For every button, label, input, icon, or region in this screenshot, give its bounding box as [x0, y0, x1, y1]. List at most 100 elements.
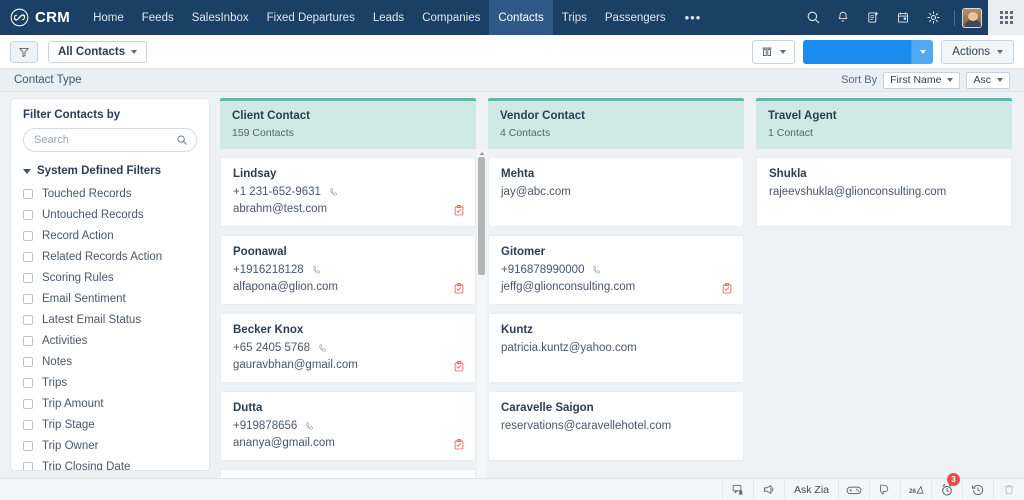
- task-clipboard-icon[interactable]: [453, 438, 465, 451]
- calls-icon[interactable]: 26: [900, 479, 931, 500]
- contact-card[interactable]: Dutta +919878656 ananya@gmail.com: [220, 391, 476, 461]
- search-icon[interactable]: [799, 0, 827, 35]
- checkbox[interactable]: [23, 272, 33, 283]
- contact-card[interactable]: Gitomer +916878990000 jeffg@glionconsult…: [488, 235, 744, 305]
- infinity-logo-icon: [10, 8, 29, 27]
- checkbox[interactable]: [23, 230, 33, 241]
- contact-phone: +1 231-652-9631: [233, 186, 321, 198]
- notifications-bell-icon[interactable]: [829, 0, 857, 35]
- sidebar-item-latest-email-status[interactable]: Latest Email Status: [11, 309, 209, 330]
- sidebar-item-activities[interactable]: Activities: [11, 330, 209, 351]
- task-clipboard-icon[interactable]: [453, 282, 465, 295]
- contact-card[interactable]: Caravelle Saigon reservations@caravelleh…: [488, 391, 744, 461]
- sidebar-item-trip-owner[interactable]: Trip Owner: [11, 435, 209, 456]
- checkbox[interactable]: [23, 398, 33, 409]
- phone-call-icon[interactable]: [311, 265, 322, 276]
- recycle-bin-icon[interactable]: [993, 479, 1024, 500]
- scroll-up-arrow-icon[interactable]: [477, 149, 486, 157]
- checkbox[interactable]: [23, 293, 33, 304]
- sidebar-item-trips[interactable]: Trips: [11, 372, 209, 393]
- sidebar-item-email-sentiment[interactable]: Email Sentiment: [11, 288, 209, 309]
- contact-phone-row: +919878656: [233, 420, 463, 432]
- phone-call-icon[interactable]: [591, 265, 602, 276]
- contact-card[interactable]: Becker Knox +65 2405 5768 gauravbhan@gma…: [220, 313, 476, 383]
- contact-name: Kuntz: [501, 324, 533, 336]
- checkbox[interactable]: [23, 314, 33, 325]
- sidebar-item-trip-stage[interactable]: Trip Stage: [11, 414, 209, 435]
- nav-item-companies[interactable]: Companies: [413, 0, 489, 35]
- brand-logo-area[interactable]: CRM: [0, 0, 84, 35]
- nav-item-salesinbox[interactable]: SalesInbox: [183, 0, 258, 35]
- sort-field-selector[interactable]: First Name: [883, 71, 961, 89]
- reminders-alarm-icon[interactable]: 3: [931, 473, 962, 500]
- sidebar-item-notes[interactable]: Notes: [11, 351, 209, 372]
- checkbox[interactable]: [23, 356, 33, 367]
- ask-zia-button[interactable]: Ask Zia: [783, 479, 838, 500]
- sort-order-selector[interactable]: Asc: [966, 71, 1010, 89]
- column-cards: Shukla rajeevshukla@glionconsulting.com: [756, 157, 1012, 227]
- nav-item-contacts[interactable]: Contacts: [489, 0, 553, 35]
- sidebar-item-untouched-records[interactable]: Untouched Records: [11, 204, 209, 225]
- contact-card[interactable]: Mehta jay@abc.com: [488, 157, 744, 227]
- filter-search-box[interactable]: [23, 128, 197, 152]
- nav-item-leads[interactable]: Leads: [364, 0, 413, 35]
- column-scrollbar-thumb[interactable]: [478, 157, 485, 275]
- task-clipboard-icon[interactable]: [453, 204, 465, 217]
- sidebar-item-record-action[interactable]: Record Action: [11, 225, 209, 246]
- checkbox[interactable]: [23, 209, 33, 220]
- sidebar-item-trip-closing-date[interactable]: Trip Closing Date: [11, 456, 209, 470]
- nav-divider: [954, 9, 955, 26]
- nav-item-trips[interactable]: Trips: [553, 0, 596, 35]
- phone-call-icon[interactable]: [304, 421, 315, 432]
- settings-gear-icon[interactable]: [919, 0, 947, 35]
- phone-call-icon[interactable]: [328, 187, 339, 198]
- create-contact-dropdown-arrow[interactable]: [911, 39, 934, 64]
- megaphone-announcement-icon[interactable]: [752, 479, 784, 500]
- kanban-column-vendor-contact: Vendor Contact 4 Contacts Mehta jay@abc.…: [488, 98, 744, 500]
- nav-item-home[interactable]: Home: [84, 0, 133, 35]
- sidebar-item-scoring-rules[interactable]: Scoring Rules: [11, 267, 209, 288]
- nav-item-feeds[interactable]: Feeds: [133, 0, 183, 35]
- view-selector[interactable]: All Contacts: [48, 40, 148, 63]
- checkbox[interactable]: [23, 251, 33, 262]
- nav-item-more[interactable]: •••: [675, 0, 712, 35]
- svg-text:26: 26: [909, 487, 917, 494]
- reminders-badge-count: 3: [947, 473, 960, 486]
- column-view-icon-selector[interactable]: [752, 39, 796, 64]
- sidebar-item-touched-records[interactable]: Touched Records: [11, 183, 209, 204]
- filter-funnel-icon[interactable]: [10, 40, 38, 63]
- sidebar-item-trip-amount[interactable]: Trip Amount: [11, 393, 209, 414]
- task-clipboard-icon[interactable]: [721, 282, 733, 295]
- checkbox[interactable]: [23, 377, 33, 388]
- nav-item-fixed-departures[interactable]: Fixed Departures: [258, 0, 364, 35]
- chevron-down-icon: [997, 78, 1003, 82]
- feeds-pin-icon[interactable]: [869, 479, 900, 500]
- gamification-controller-icon[interactable]: [838, 479, 869, 500]
- contact-card[interactable]: Poonawal +1916218128 alfapona@glion.com: [220, 235, 476, 305]
- chevron-down-icon: [947, 78, 954, 82]
- nav-item-passengers[interactable]: Passengers: [596, 0, 675, 35]
- search-input[interactable]: [34, 134, 176, 146]
- checkbox[interactable]: [23, 335, 33, 346]
- task-clipboard-icon[interactable]: [453, 360, 465, 373]
- actions-button[interactable]: Actions: [941, 39, 1014, 64]
- contact-phone: +65 2405 5768: [233, 342, 311, 354]
- create-contact-button[interactable]: Create Contact: [803, 39, 934, 64]
- calendar-icon[interactable]: [889, 0, 917, 35]
- recent-history-icon[interactable]: [962, 479, 993, 500]
- checkbox[interactable]: [23, 188, 33, 199]
- user-avatar[interactable]: [962, 7, 982, 28]
- contact-card[interactable]: Kuntz patricia.kuntz@yahoo.com: [488, 313, 744, 383]
- contact-card[interactable]: Shukla rajeevshukla@glionconsulting.com: [756, 157, 1012, 227]
- checkbox[interactable]: [23, 419, 33, 430]
- chat-support-icon[interactable]: [721, 479, 753, 500]
- checkbox[interactable]: [23, 461, 33, 470]
- contact-card[interactable]: Lindsay +1 231-652-9631 abrahm@test.com: [220, 157, 476, 227]
- add-note-icon[interactable]: [859, 0, 887, 35]
- system-defined-filters-group[interactable]: System Defined Filters: [11, 162, 209, 183]
- apps-grid-icon[interactable]: [988, 0, 1024, 35]
- sidebar-item-label: Trip Owner: [42, 439, 99, 452]
- checkbox[interactable]: [23, 440, 33, 451]
- sidebar-item-related-records-action[interactable]: Related Records Action: [11, 246, 209, 267]
- phone-call-icon[interactable]: [317, 343, 328, 354]
